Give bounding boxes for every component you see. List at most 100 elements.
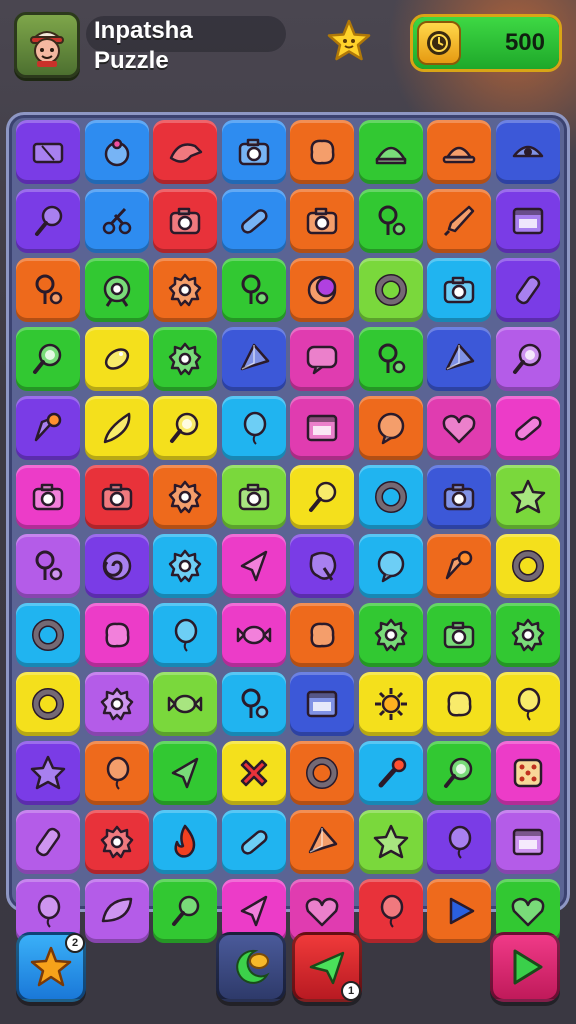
tile-key[interactable] — [358, 327, 423, 391]
coin-counter[interactable]: 500 — [410, 14, 562, 72]
tile-magnifier[interactable] — [16, 327, 80, 391]
tile-cone[interactable] — [16, 396, 80, 460]
tile-camera[interactable] — [290, 189, 354, 253]
tile-ring[interactable] — [16, 603, 80, 667]
tile-window[interactable] — [495, 189, 560, 253]
tile-gem[interactable] — [427, 327, 491, 391]
play-button[interactable] — [490, 932, 560, 1002]
player-avatar[interactable] — [14, 12, 80, 78]
tile-candy[interactable] — [221, 603, 286, 667]
moon-booster-button[interactable] — [216, 932, 286, 1002]
tile-window[interactable] — [495, 810, 560, 874]
tile-camera[interactable] — [84, 465, 149, 529]
tile-pill[interactable] — [495, 396, 560, 460]
tile-blob[interactable] — [84, 603, 149, 667]
play-icon — [513, 949, 543, 985]
tile-key[interactable] — [221, 258, 286, 322]
tile-flame[interactable] — [153, 810, 217, 874]
tile-rocket[interactable] — [427, 189, 491, 253]
tile-magnifier[interactable] — [495, 327, 560, 391]
tile-bottle[interactable] — [495, 258, 560, 322]
tile-magnifier[interactable] — [427, 741, 491, 805]
tile-gem[interactable] — [221, 327, 286, 391]
tile-gem[interactable] — [290, 810, 354, 874]
tile-key[interactable] — [16, 258, 80, 322]
tile-key[interactable] — [358, 189, 423, 253]
send-booster-button[interactable]: 1 — [292, 932, 362, 1002]
tile-ticket[interactable] — [16, 120, 80, 184]
tile-gem-bag[interactable] — [84, 120, 149, 184]
tile-leaf[interactable] — [84, 879, 149, 943]
tile-pill[interactable] — [221, 189, 286, 253]
tile-lollipop[interactable] — [290, 465, 354, 529]
tile-eye[interactable] — [495, 120, 560, 184]
tile-camera[interactable] — [221, 465, 286, 529]
tile-camera[interactable] — [16, 465, 80, 529]
tile-ring[interactable] — [290, 741, 354, 805]
tile-magnifier[interactable] — [153, 396, 217, 460]
tile-camera[interactable] — [221, 120, 286, 184]
tile-blob[interactable] — [290, 120, 354, 184]
tile-lollipop[interactable] — [153, 879, 217, 943]
tile-sun[interactable] — [358, 672, 423, 736]
tile-window[interactable] — [290, 396, 354, 460]
tile-balloon[interactable] — [153, 603, 217, 667]
tile-feather[interactable] — [84, 396, 149, 460]
tile-bird[interactable] — [153, 120, 217, 184]
tile-ring[interactable] — [358, 465, 423, 529]
tile-kite[interactable] — [221, 534, 286, 598]
tile-blob[interactable] — [427, 672, 491, 736]
tile-gear[interactable] — [153, 327, 217, 391]
tile-gear[interactable] — [153, 465, 217, 529]
tile-play[interactable] — [427, 879, 491, 943]
tile-balloon[interactable] — [221, 396, 286, 460]
tile-gear[interactable] — [153, 258, 217, 322]
tile-hat[interactable] — [427, 120, 491, 184]
tile-candy[interactable] — [153, 672, 217, 736]
tile-camera[interactable] — [153, 189, 217, 253]
tile-balloon[interactable] — [427, 810, 491, 874]
tile-key[interactable] — [221, 672, 286, 736]
star-booster-button[interactable]: 2 — [16, 932, 86, 1002]
tile-key[interactable] — [16, 534, 80, 598]
tile-dice[interactable] — [495, 741, 560, 805]
tile-ring[interactable] — [358, 258, 423, 322]
tile-window[interactable] — [290, 672, 354, 736]
tile-ring[interactable] — [495, 534, 560, 598]
tile-cross[interactable] — [221, 741, 286, 805]
tile-gear[interactable] — [84, 672, 149, 736]
tile-target[interactable] — [84, 258, 149, 322]
tile-swirl[interactable] — [84, 534, 149, 598]
star-rating-icon[interactable] — [326, 18, 372, 64]
tile-star[interactable] — [495, 465, 560, 529]
tile-camera[interactable] — [427, 258, 491, 322]
tile-match[interactable] — [358, 741, 423, 805]
tile-star[interactable] — [16, 741, 80, 805]
tile-bottle[interactable] — [16, 810, 80, 874]
tile-balloon[interactable] — [358, 879, 423, 943]
tile-heart[interactable] — [427, 396, 491, 460]
tile-gear[interactable] — [495, 603, 560, 667]
tile-bubble[interactable] — [358, 396, 423, 460]
tile-cone[interactable] — [427, 534, 491, 598]
tile-pill[interactable] — [221, 810, 286, 874]
tile-camera[interactable] — [427, 603, 491, 667]
tile-star[interactable] — [358, 810, 423, 874]
tile-gear[interactable] — [153, 534, 217, 598]
tile-splat[interactable] — [290, 534, 354, 598]
tile-bubble[interactable] — [358, 534, 423, 598]
tile-gear[interactable] — [358, 603, 423, 667]
tile-kite[interactable] — [153, 741, 217, 805]
tile-balloon[interactable] — [495, 672, 560, 736]
tile-blob[interactable] — [290, 603, 354, 667]
tile-fish[interactable] — [84, 327, 149, 391]
tile-dome[interactable] — [358, 120, 423, 184]
tile-scissors[interactable] — [84, 189, 149, 253]
tile-chat[interactable] — [290, 327, 354, 391]
tile-moon[interactable] — [290, 258, 354, 322]
tile-ring[interactable] — [16, 672, 80, 736]
tile-gear[interactable] — [84, 810, 149, 874]
tile-lollipop[interactable] — [16, 189, 80, 253]
tile-balloon[interactable] — [84, 741, 149, 805]
tile-camera[interactable] — [427, 465, 491, 529]
